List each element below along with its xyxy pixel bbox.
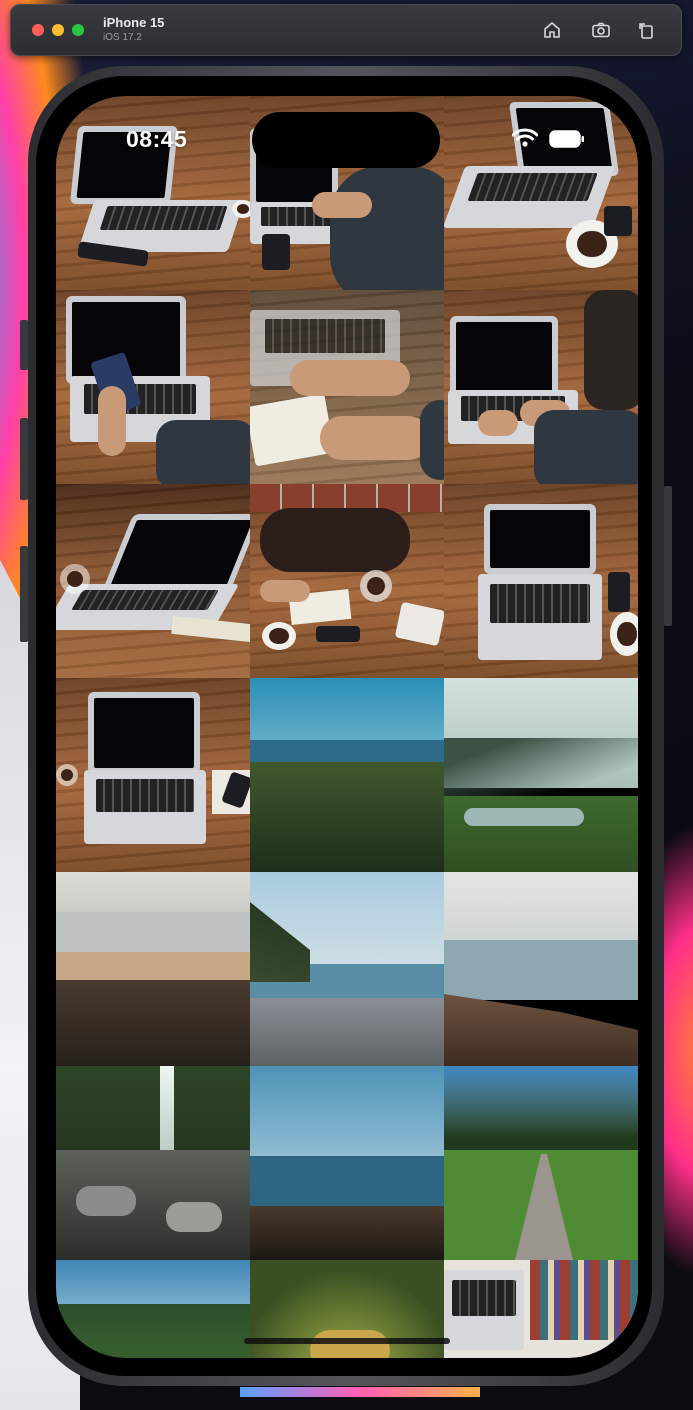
screenshot-button[interactable] (588, 17, 614, 43)
status-time: 08:45 (126, 126, 188, 152)
close-window-button[interactable] (32, 24, 44, 36)
photo-tile[interactable] (444, 96, 638, 290)
home-button[interactable] (539, 17, 565, 43)
photo-tile[interactable] (444, 1066, 638, 1260)
rotate-button[interactable] (633, 17, 659, 43)
camera-icon (592, 22, 610, 38)
zoom-window-button[interactable] (72, 24, 84, 36)
home-icon (544, 22, 560, 38)
dynamic-island (252, 112, 440, 168)
photo-tile[interactable] (250, 678, 444, 872)
photo-tile[interactable] (56, 1260, 250, 1358)
photo-tile[interactable] (56, 872, 250, 1066)
photo-tile[interactable] (56, 678, 250, 872)
photo-tile[interactable] (444, 872, 638, 1066)
photo-tile[interactable] (444, 1260, 638, 1358)
wallpaper-glow (240, 1387, 480, 1397)
power-button[interactable] (664, 486, 672, 626)
photo-tile[interactable] (56, 290, 250, 484)
home-indicator[interactable] (244, 1338, 450, 1344)
battery-icon (549, 130, 584, 148)
rotate-icon (639, 23, 653, 39)
device-name: iPhone 15 (103, 15, 165, 30)
photo-tile[interactable] (250, 290, 444, 484)
action-button[interactable] (20, 320, 28, 370)
minimize-window-button[interactable] (52, 24, 64, 36)
photo-tile[interactable] (250, 1066, 444, 1260)
photo-grid (56, 96, 638, 1358)
simulator-title-bar: iPhone 15 iOS 17.2 (10, 4, 682, 56)
wifi-icon (512, 128, 538, 147)
os-version: iOS 17.2 (103, 32, 142, 43)
volume-up-button[interactable] (20, 418, 28, 500)
photo-tile[interactable] (250, 484, 444, 678)
photo-tile[interactable] (444, 484, 638, 678)
photo-tile[interactable] (444, 678, 638, 872)
photo-tile[interactable] (250, 872, 444, 1066)
device-screen: 08:45 (56, 96, 638, 1358)
photo-tile[interactable] (56, 484, 250, 678)
photo-tile[interactable] (56, 1066, 250, 1260)
photo-tile[interactable] (444, 290, 638, 484)
volume-down-button[interactable] (20, 546, 28, 642)
